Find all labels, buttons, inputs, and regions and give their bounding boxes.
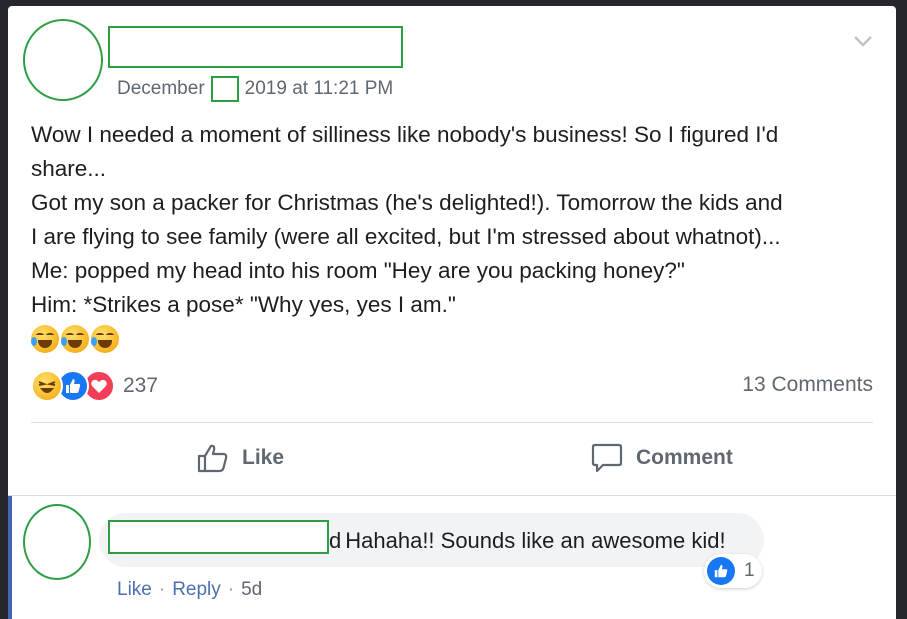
post-line: Me: popped my head into his room "Hey ar… [31, 258, 685, 283]
haha-icon [31, 370, 63, 402]
post-line: share... [31, 156, 107, 181]
reactions-summary[interactable]: 237 [31, 370, 158, 402]
emoji-row [31, 322, 881, 356]
comments-count-link[interactable]: 13 Comments [742, 373, 873, 397]
post-timestamp[interactable]: December 2019 at 11:21 PM [117, 76, 393, 102]
commenter-name-redacted[interactable] [108, 520, 329, 554]
timestamp-month: December [117, 78, 205, 99]
commenter-avatar-redacted[interactable] [23, 504, 91, 580]
rolling-laughing-icon [91, 325, 119, 353]
timestamp-day-redacted [210, 76, 239, 102]
like-button-label: Like [242, 446, 285, 469]
chevron-down-icon[interactable] [853, 34, 873, 48]
separator: · [158, 579, 166, 600]
comment-bubble-icon [591, 443, 623, 473]
author-avatar-redacted[interactable] [23, 19, 103, 101]
like-button[interactable]: Like [196, 442, 284, 474]
post-line: Wow I needed a moment of silliness like … [31, 122, 779, 147]
rolling-laughing-icon [61, 325, 89, 353]
comment-reaction-badge[interactable]: 1 [704, 554, 762, 588]
post-line: Got my son a packer for Christmas (he's … [31, 190, 783, 215]
comment-button[interactable]: Comment [590, 442, 733, 474]
comment-age[interactable]: 5d [241, 579, 262, 601]
comment-body: Hahaha!! Sounds like an awesome kid! [345, 528, 726, 553]
comment-text: d Hahaha!! Sounds like an awesome kid! [329, 528, 726, 554]
timestamp-rest: 2019 at 11:21 PM [244, 78, 394, 99]
post-body: Wow I needed a moment of silliness like … [31, 118, 881, 356]
reaction-count: 237 [123, 374, 159, 397]
comment-like-link[interactable]: Like [117, 579, 152, 601]
comment-name-fragment: d [329, 528, 342, 553]
like-icon [707, 557, 735, 585]
comment-accent-bar [8, 496, 12, 619]
author-name-redacted[interactable] [108, 26, 403, 68]
comment-like-count: 1 [744, 560, 755, 581]
rolling-laughing-icon [31, 325, 59, 353]
thumbs-up-icon [197, 444, 228, 473]
comment-actions: Like · Reply · 5d [117, 579, 262, 601]
divider [31, 422, 873, 423]
post-line: I are flying to see family (were all exc… [31, 224, 781, 249]
comment-reply-link[interactable]: Reply [172, 579, 221, 601]
comment-item: d Hahaha!! Sounds like an awesome kid! 1 … [8, 496, 896, 619]
comment-button-label: Comment [636, 446, 733, 469]
separator: · [227, 579, 235, 600]
post-line: Him: *Strikes a pose* "Why yes, yes I am… [31, 292, 456, 317]
post-card: December 2019 at 11:21 PM Wow I needed a… [8, 6, 896, 619]
